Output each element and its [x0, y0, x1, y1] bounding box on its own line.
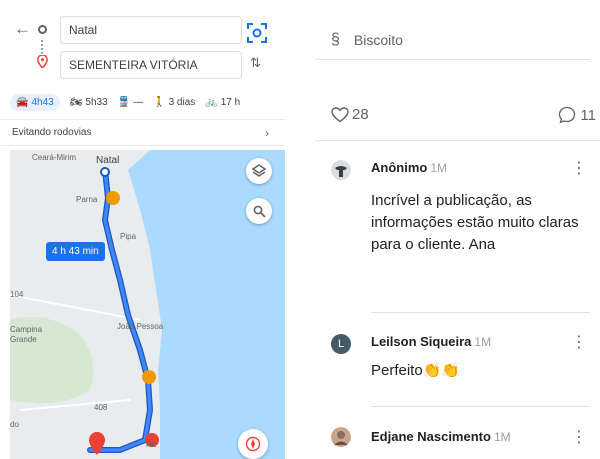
author-name: Anônimo — [371, 160, 428, 175]
map-label-ceara-mirim: Ceará-Mirim — [32, 153, 76, 162]
map-label-route-104: 104 — [10, 290, 24, 299]
destination-input[interactable]: SEMENTEIRA VITÓRIA — [60, 51, 242, 79]
mode-transit-label: — — [133, 96, 144, 108]
toll-marker — [106, 191, 120, 205]
map-label-route-408: 408 — [94, 403, 108, 412]
back-arrow-icon[interactable]: ← — [14, 20, 32, 38]
map-label-parna: Parna — [76, 195, 98, 204]
comment-text: Incrível a publicação, as informações es… — [371, 192, 579, 253]
map-label-joao-pessoa: João Pessoa — [117, 322, 164, 331]
mode-bike[interactable]: 🚲 17 h — [205, 97, 240, 108]
section-row[interactable]: § Biscoito — [315, 20, 590, 60]
comment-time: 1M — [474, 335, 492, 349]
route-duration-tag[interactable]: 4 h 43 min — [46, 242, 105, 261]
motorcycle-icon: 🏍 — [69, 96, 83, 108]
mode-bike-label: 17 h — [220, 96, 241, 108]
toll-marker — [142, 370, 156, 384]
map-label-natal: Natal — [96, 155, 120, 166]
map-label-do: do — [10, 420, 19, 429]
section-icon: § — [331, 30, 340, 48]
transit-icon: 🚆 — [117, 96, 131, 108]
layers-button[interactable] — [246, 158, 272, 184]
compass-button[interactable] — [238, 429, 268, 459]
route-connector — [41, 40, 43, 54]
divider — [371, 406, 590, 407]
chevron-right-icon: › — [265, 126, 269, 140]
more-vertical-icon[interactable]: ⋮ — [571, 332, 587, 352]
like-button[interactable]: 28 — [331, 106, 369, 123]
comment-author[interactable]: Edjane Nascimento 1M — [371, 429, 511, 444]
more-vertical-icon[interactable]: ⋮ — [571, 158, 587, 178]
author-name: Leilson Siqueira — [371, 334, 472, 349]
avatar[interactable] — [331, 160, 351, 180]
layers-icon — [252, 164, 266, 177]
mode-transit[interactable]: 🚆 — — [118, 97, 143, 108]
likes-count: 28 — [352, 106, 369, 123]
mode-walk[interactable]: 🚶 3 dias — [153, 97, 195, 108]
heart-icon — [331, 106, 349, 122]
walk-icon: 🚶 — [153, 96, 166, 108]
bike-icon: 🚲 — [205, 96, 218, 108]
route-options-row[interactable]: Evitando rodovias › — [0, 119, 285, 146]
origin-dot-icon — [38, 25, 47, 34]
swap-route-icon[interactable]: ⇅ — [250, 55, 266, 73]
map-canvas — [10, 150, 285, 459]
divider — [315, 140, 600, 141]
origin-input[interactable]: Natal — [60, 16, 242, 44]
avatar[interactable] — [331, 427, 351, 447]
replies-count: 11 — [580, 106, 596, 124]
mode-walk-label: 3 dias — [168, 96, 196, 108]
comment-bubble-icon — [559, 106, 576, 124]
compass-icon — [245, 436, 261, 452]
comments-panel: § Biscoito 28 11 Anônimo 1M ⋮ Incrível a … — [315, 0, 600, 459]
maps-panel: ← Natal SEMENTEIRA VITÓRIA ⇅ 🚘 4h43 🏍 5h… — [0, 0, 285, 459]
mode-motorcycle-label: 5h33 — [85, 96, 108, 108]
car-icon: 🚘 — [16, 96, 29, 108]
more-vertical-icon[interactable]: ⋮ — [571, 427, 587, 447]
map-label-campina-grande: Campina Grande — [10, 325, 43, 344]
qr-scan-icon[interactable] — [244, 20, 270, 46]
map-label-ro: Ro — [146, 440, 157, 449]
map-label-pipa: Pipa — [120, 232, 137, 241]
search-icon — [253, 205, 266, 218]
origin-marker — [100, 167, 110, 177]
author-name: Edjane Nascimento — [371, 429, 491, 444]
post-stats: 28 11 — [315, 102, 600, 130]
mode-motorcycle[interactable]: 🏍 5h33 — [70, 97, 108, 108]
avatar[interactable]: L — [331, 334, 351, 354]
map-view[interactable]: Ceará-Mirim Natal Parna Pipa Campina Gra… — [10, 150, 285, 459]
mode-car-label: 4h43 — [31, 96, 54, 108]
comment-author[interactable]: Leilson Siqueira 1M — [371, 334, 491, 349]
divider — [371, 312, 590, 313]
search-map-button[interactable] — [246, 198, 272, 224]
comment-time: 1M — [493, 430, 511, 444]
travel-modes: 🚘 4h43 🏍 5h33 🚆 — 🚶 3 dias 🚲 17 h — [10, 90, 282, 114]
destination-pin-icon — [37, 55, 48, 68]
comment-text: Perfeito👏👏 — [371, 362, 461, 379]
comment-time: 1M — [430, 161, 447, 175]
mode-car[interactable]: 🚘 4h43 — [10, 93, 60, 111]
section-label: Biscoito — [353, 31, 403, 48]
avoid-label: Evitando rodovias — [12, 127, 92, 138]
reply-button[interactable]: 11 — [558, 106, 596, 124]
comment-author[interactable]: Anônimo 1M — [371, 160, 447, 175]
